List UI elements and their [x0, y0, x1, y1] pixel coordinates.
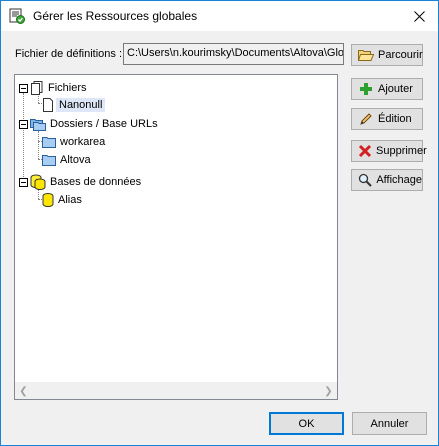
databases-icon	[30, 174, 46, 190]
add-icon	[358, 81, 374, 97]
close-icon	[413, 10, 425, 22]
cancel-label: Annuler	[370, 417, 409, 430]
scroll-right-icon[interactable]: ❯	[320, 383, 337, 400]
definitions-file-field[interactable]: C:\Users\n.kourimsky\Documents\Altova\Gl…	[123, 43, 344, 65]
open-folder-icon	[358, 47, 374, 63]
tree-item-label: Altova	[60, 154, 91, 166]
tree-item-label: Dossiers / Base URLs	[50, 118, 158, 130]
collapse-toggle[interactable]	[19, 119, 28, 129]
browse-button[interactable]: Parcourir	[351, 44, 423, 66]
tree-connector	[38, 131, 39, 159]
folders-icon	[30, 119, 46, 131]
folder-icon	[42, 155, 56, 166]
view-label: Affichage	[376, 174, 422, 186]
edit-label: Édition	[378, 113, 412, 125]
scroll-left-icon[interactable]: ❮	[15, 383, 32, 400]
tree-item-workarea[interactable]: workarea	[42, 133, 105, 151]
collapse-toggle[interactable]	[19, 83, 28, 93]
horizontal-scrollbar[interactable]: ❮ ❯	[15, 382, 337, 399]
delete-label: Supprimer	[376, 145, 427, 157]
edit-button[interactable]: Édition	[351, 108, 423, 130]
view-button[interactable]: Affichage	[351, 169, 423, 191]
tree-item-nanonull[interactable]: Nanonull	[42, 96, 106, 114]
definitions-file-label: Fichier de définitions :	[15, 48, 122, 60]
tree-item-label: workarea	[60, 136, 106, 148]
tree-item-label: Nanonull	[56, 98, 106, 112]
tree-item-fichiers[interactable]: Fichiers	[19, 79, 87, 97]
title-bar: Gérer les Ressources globales	[1, 1, 438, 31]
tree-item-alias[interactable]: Alias	[42, 191, 82, 209]
ok-button[interactable]: OK	[269, 412, 344, 435]
resources-tree[interactable]: Fichiers Nanonull Dossiers / Base URLs w…	[14, 74, 338, 400]
tree-item-altova[interactable]: Altova	[42, 151, 91, 169]
tree-item-dossiers[interactable]: Dossiers / Base URLs	[19, 115, 158, 133]
close-button[interactable]	[406, 5, 432, 27]
magnifier-icon	[358, 172, 372, 188]
pencil-icon	[358, 111, 374, 127]
dialog-title: Gérer les Ressources globales	[33, 9, 198, 23]
files-icon	[31, 81, 43, 95]
folder-icon	[42, 137, 56, 148]
tree-item-label: Alias	[58, 194, 82, 206]
global-resources-dialog: Gérer les Ressources globales Fichier de…	[0, 0, 439, 446]
add-button[interactable]: Ajouter	[351, 78, 423, 100]
browse-label: Parcourir	[378, 49, 423, 61]
global-resources-icon	[9, 8, 25, 24]
tree-item-bases-de-donnees[interactable]: Bases de données	[19, 173, 141, 191]
delete-button[interactable]: Supprimer	[351, 140, 427, 162]
ok-label: OK	[298, 417, 315, 430]
tree-item-label: Bases de données	[50, 176, 142, 188]
tree-connector	[23, 93, 24, 183]
tree-item-label: Fichiers	[48, 82, 87, 94]
collapse-toggle[interactable]	[19, 177, 28, 187]
delete-icon	[358, 143, 372, 159]
database-icon	[42, 193, 54, 207]
cancel-button[interactable]: Annuler	[352, 412, 427, 435]
add-label: Ajouter	[378, 83, 413, 95]
file-icon	[43, 98, 53, 112]
